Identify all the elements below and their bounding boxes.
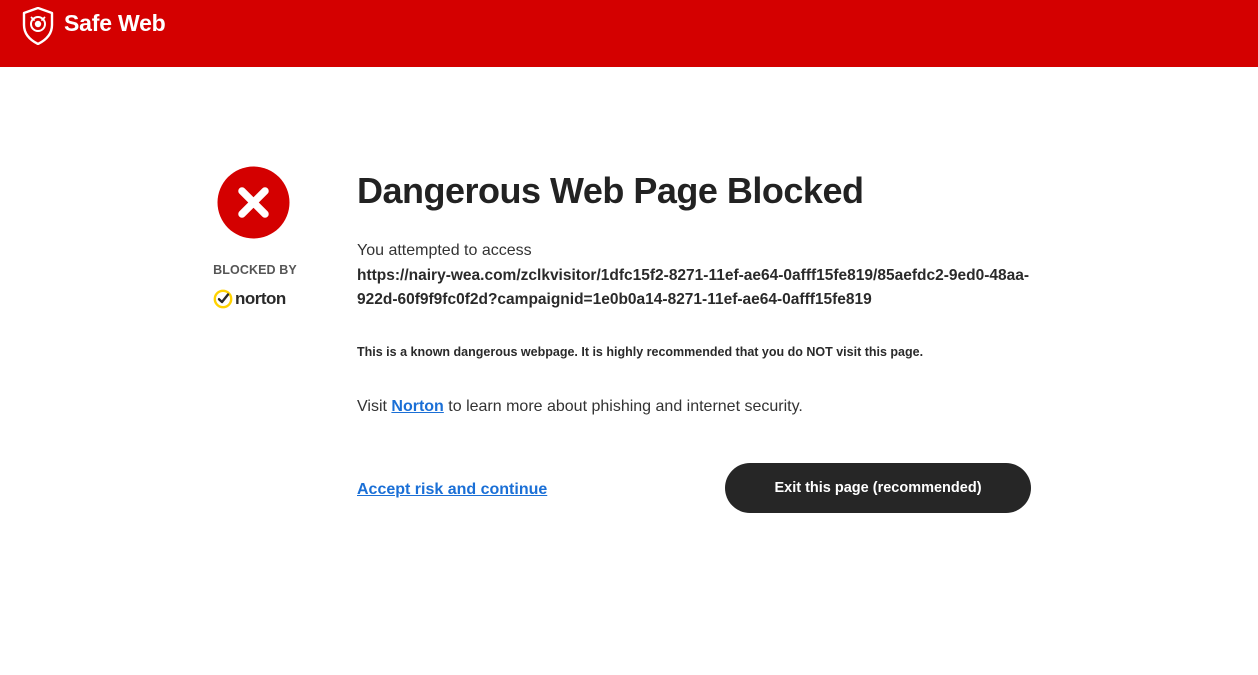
blocked-by-label: BLOCKED BY: [213, 263, 297, 277]
blocked-url: https://nairy-wea.com/zclkvisitor/1dfc15…: [357, 267, 1029, 308]
norton-wordmark: norton: [235, 289, 286, 308]
header-bar: Safe Web: [0, 0, 1258, 67]
learn-more-text: Visit Norton to learn more about phishin…: [357, 398, 803, 416]
shield-icon: [22, 7, 54, 45]
blocked-x-icon: [217, 166, 290, 239]
page-title: Dangerous Web Page Blocked: [357, 170, 864, 211]
accept-risk-link[interactable]: Accept risk and continue: [357, 481, 547, 499]
learn-more-prefix: Visit: [357, 398, 392, 415]
norton-check-icon: [213, 289, 233, 309]
danger-warning: This is a known dangerous webpage. It is…: [357, 345, 924, 359]
attempt-label: You attempted to access: [357, 242, 532, 259]
norton-link[interactable]: Norton: [391, 398, 443, 415]
norton-logo: norton: [213, 288, 286, 310]
exit-page-button[interactable]: Exit this page (recommended): [725, 463, 1031, 513]
app-title: Safe Web: [64, 10, 166, 36]
learn-more-suffix: to learn more about phishing and interne…: [443, 398, 803, 415]
